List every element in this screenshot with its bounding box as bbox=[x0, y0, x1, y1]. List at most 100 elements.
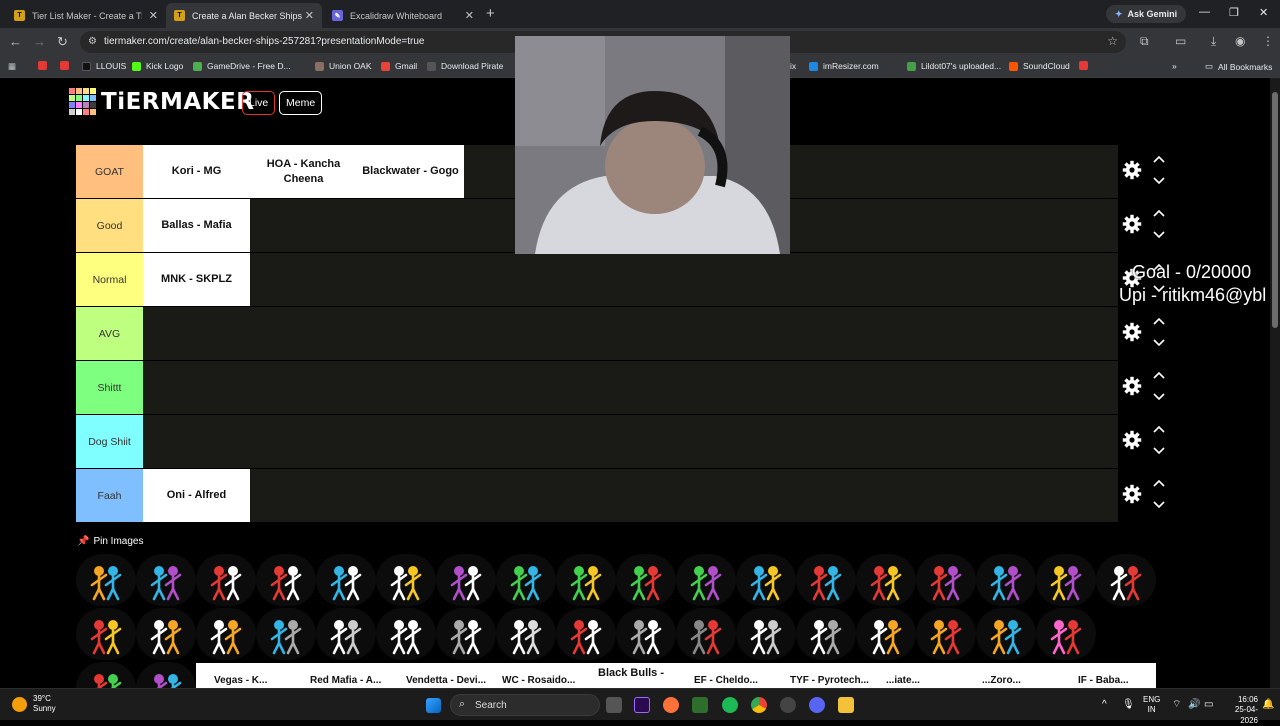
bookmark-item[interactable] bbox=[60, 61, 74, 70]
gear-icon[interactable] bbox=[1122, 376, 1142, 396]
bookmark-item[interactable]: Union OAK bbox=[315, 61, 372, 71]
back-icon[interactable]: ← bbox=[9, 34, 22, 49]
ship-image-thumbnail[interactable] bbox=[196, 554, 256, 606]
unranked-text-item[interactable]: ...Zoro... bbox=[982, 675, 1021, 686]
ship-image-thumbnail[interactable] bbox=[976, 608, 1036, 660]
pin-images-toggle[interactable]: 📌 Pin Images bbox=[77, 536, 143, 547]
tier-drop-zone[interactable]: Ballas - Mafia bbox=[143, 199, 250, 252]
chevron-up-icon[interactable] bbox=[1153, 155, 1165, 164]
ship-image-thumbnail[interactable] bbox=[1096, 554, 1156, 606]
tier-drop-zone[interactable]: MNK - SKPLZ bbox=[143, 253, 250, 306]
ship-image-thumbnail[interactable] bbox=[76, 554, 136, 606]
sidepanel-icon[interactable]: ▭ bbox=[1175, 34, 1186, 48]
tab-tier-list-maker[interactable]: T Tier List Maker - Create a Tier L ✕ bbox=[6, 3, 166, 28]
windows-start-icon[interactable] bbox=[426, 698, 441, 713]
fl-studio-icon[interactable] bbox=[692, 697, 708, 713]
tier-label[interactable]: AVG bbox=[76, 307, 143, 360]
minimize-icon[interactable]: — bbox=[1199, 6, 1210, 18]
unranked-text-item[interactable]: Vendetta - Devi... bbox=[406, 675, 486, 686]
tab-excalidraw[interactable]: ✎ Excalidraw Whiteboard ✕ bbox=[324, 3, 482, 28]
chrome-icon[interactable] bbox=[751, 697, 767, 713]
nav-meme-button[interactable]: Meme bbox=[279, 91, 323, 115]
clock[interactable]: 16:06 25-04-2026 bbox=[1218, 695, 1258, 726]
chevron-up-icon[interactable] bbox=[1153, 209, 1165, 218]
nav-live-button[interactable]: Live bbox=[242, 91, 276, 115]
gear-icon[interactable] bbox=[1122, 214, 1142, 234]
ship-image-thumbnail[interactable] bbox=[376, 608, 436, 660]
tier-label[interactable]: Dog Shiit bbox=[76, 415, 143, 468]
microphone-icon[interactable]: 🎙 bbox=[1122, 698, 1135, 711]
ship-image-thumbnail[interactable] bbox=[1036, 554, 1096, 606]
gear-icon[interactable] bbox=[1122, 160, 1142, 180]
bookmark-item[interactable]: Gmail bbox=[381, 61, 417, 71]
tier-drop-zone[interactable]: Oni - Alfred bbox=[143, 469, 250, 522]
unranked-text-item[interactable]: Red Mafia - A... bbox=[310, 675, 381, 686]
chevron-down-icon[interactable] bbox=[1153, 176, 1165, 185]
ship-image-thumbnail[interactable] bbox=[916, 554, 976, 606]
discord-icon[interactable] bbox=[809, 697, 825, 713]
bookmark-item[interactable]: Download Pirate bbox=[427, 61, 503, 71]
tier-label[interactable]: Shittt bbox=[76, 361, 143, 414]
gear-icon[interactable] bbox=[1122, 430, 1142, 450]
taskbar-search[interactable]: ⌕ Search bbox=[450, 694, 600, 716]
ship-image-thumbnail[interactable] bbox=[256, 554, 316, 606]
ship-image-thumbnail[interactable] bbox=[316, 554, 376, 606]
ship-image-thumbnail[interactable] bbox=[856, 608, 916, 660]
firefox-icon[interactable] bbox=[663, 697, 679, 713]
ship-image-thumbnail[interactable] bbox=[856, 554, 916, 606]
ship-image-thumbnail[interactable] bbox=[76, 662, 136, 688]
task-view-icon[interactable] bbox=[606, 697, 622, 713]
unranked-text-item[interactable]: Black Bulls - bbox=[598, 667, 664, 679]
tab-alan-becker-ships[interactable]: T Create a Alan Becker Ships Tier ✕ bbox=[166, 3, 322, 28]
steam-icon[interactable] bbox=[780, 697, 796, 713]
chevron-down-icon[interactable] bbox=[1153, 446, 1165, 455]
ship-image-thumbnail[interactable] bbox=[616, 608, 676, 660]
close-icon[interactable]: ✕ bbox=[305, 9, 314, 22]
ship-image-thumbnail[interactable] bbox=[76, 608, 136, 660]
gear-icon[interactable] bbox=[1122, 484, 1142, 504]
extensions-icon[interactable]: ⧉ bbox=[1140, 34, 1149, 49]
new-tab-icon[interactable]: + bbox=[486, 5, 495, 22]
tier-label[interactable]: Good bbox=[76, 199, 143, 252]
chevron-down-icon[interactable] bbox=[1153, 338, 1165, 347]
ship-image-thumbnail[interactable] bbox=[556, 608, 616, 660]
chevron-up-icon[interactable] bbox=[1153, 317, 1165, 326]
chevron-down-icon[interactable] bbox=[1153, 392, 1165, 401]
language-indicator[interactable]: ENG IN bbox=[1143, 695, 1160, 716]
bookmark-item[interactable]: Lildot07's uploaded... bbox=[907, 61, 1001, 71]
weather-widget[interactable]: 39°C Sunny bbox=[12, 694, 56, 714]
download-icon[interactable]: ⤓ bbox=[1211, 34, 1216, 49]
forward-icon[interactable]: → bbox=[33, 34, 46, 49]
ship-image-thumbnail[interactable] bbox=[496, 554, 556, 606]
window-close-icon[interactable]: ✕ bbox=[1259, 6, 1268, 19]
ship-image-thumbnail[interactable] bbox=[316, 608, 376, 660]
bookmark-item[interactable]: Kick Logo bbox=[132, 61, 183, 71]
bookmark-item[interactable]: GameDrive - Free D... bbox=[193, 61, 291, 71]
reload-icon[interactable]: ↻ bbox=[57, 34, 68, 50]
tier-label[interactable]: Faah bbox=[76, 469, 143, 522]
tier-label[interactable]: GOAT bbox=[76, 145, 143, 198]
ship-image-thumbnail[interactable] bbox=[376, 554, 436, 606]
tier-item-card[interactable]: MNK - SKPLZ bbox=[143, 253, 250, 306]
chevron-down-icon[interactable] bbox=[1153, 500, 1165, 509]
ship-image-thumbnail[interactable] bbox=[256, 608, 316, 660]
ship-image-thumbnail[interactable] bbox=[976, 554, 1036, 606]
spotify-icon[interactable] bbox=[722, 697, 738, 713]
ship-image-thumbnail[interactable] bbox=[136, 662, 196, 688]
ship-image-thumbnail[interactable] bbox=[796, 554, 856, 606]
tier-item-card[interactable]: Ballas - Mafia bbox=[143, 199, 250, 252]
tier-item-card[interactable]: Blackwater - Gogo bbox=[357, 145, 464, 198]
ship-image-thumbnail[interactable] bbox=[616, 554, 676, 606]
ship-image-thumbnail[interactable] bbox=[676, 554, 736, 606]
bookmark-star-icon[interactable]: ☆ bbox=[1107, 34, 1118, 48]
restore-icon[interactable]: ❐ bbox=[1229, 6, 1239, 19]
unranked-text-item[interactable]: IF - Baba... bbox=[1078, 675, 1129, 686]
page-scrollbar[interactable] bbox=[1270, 78, 1280, 688]
ship-image-thumbnail[interactable] bbox=[496, 608, 556, 660]
ship-image-thumbnail[interactable] bbox=[136, 608, 196, 660]
chevron-down-icon[interactable] bbox=[1153, 230, 1165, 239]
unranked-text-item[interactable]: Vegas - K... bbox=[214, 675, 267, 686]
close-icon[interactable]: ✕ bbox=[149, 9, 158, 22]
unranked-text-item[interactable]: TYF - Pyrotech... bbox=[790, 675, 869, 686]
premiere-pro-icon[interactable] bbox=[634, 697, 650, 713]
